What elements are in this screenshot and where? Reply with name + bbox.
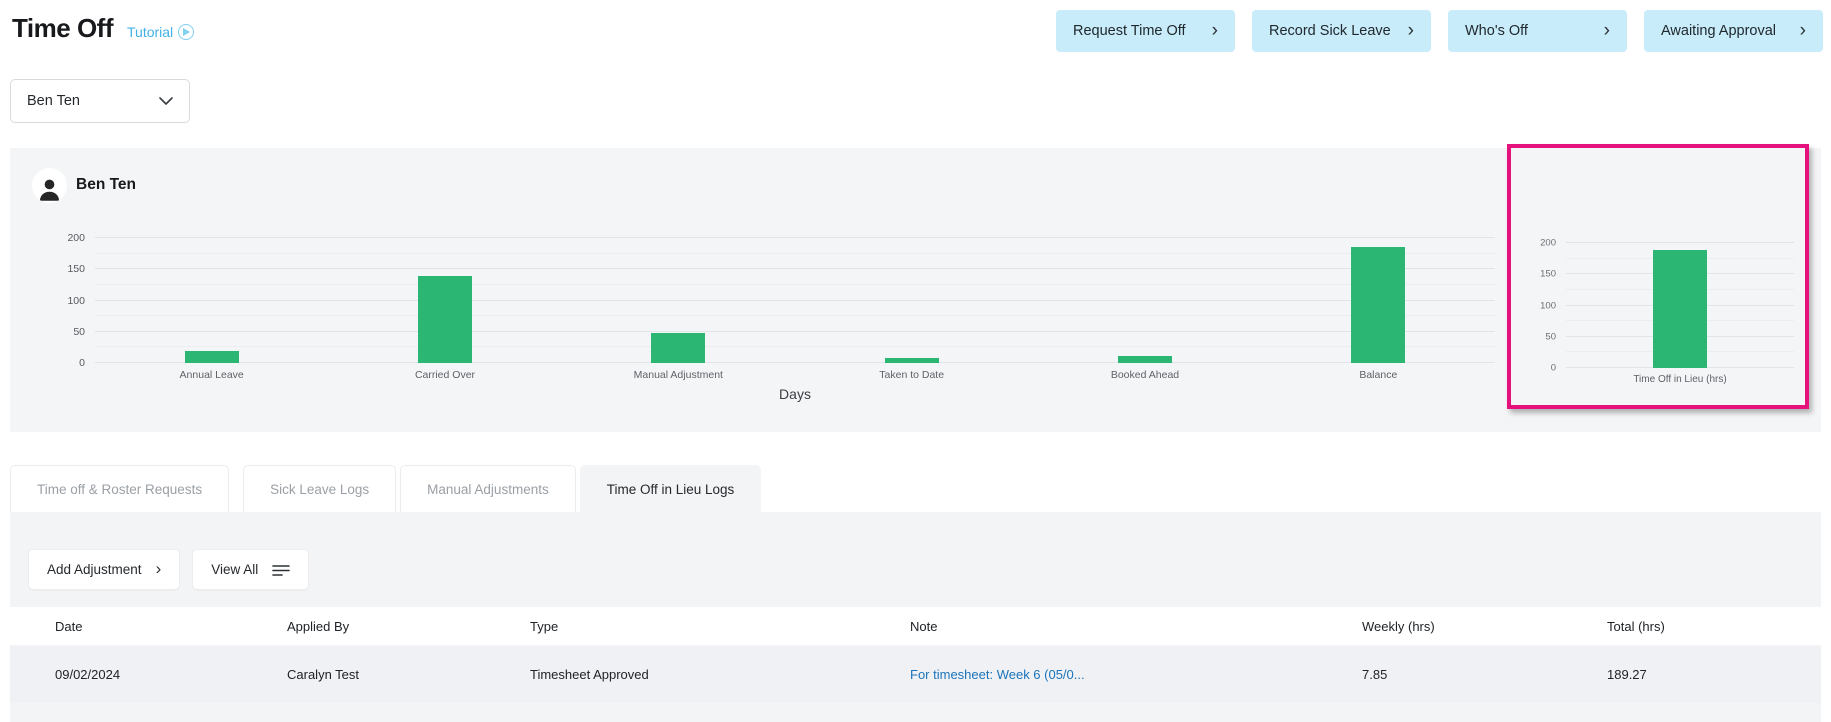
y-tick-label: 100 — [1540, 300, 1556, 311]
y-tick-label: 100 — [67, 294, 85, 307]
chevron-right-icon: › — [1799, 19, 1806, 41]
chevron-right-icon: › — [1603, 19, 1610, 41]
bar-carried-over[interactable] — [417, 276, 472, 363]
cell-applied_by: Caralyn Test — [287, 667, 360, 682]
tab-manual-adjustments[interactable]: Manual Adjustments — [400, 465, 576, 512]
filter-list-icon — [272, 563, 291, 577]
category-label: Annual Leave — [179, 369, 244, 381]
header-action-awaiting-approval[interactable]: Awaiting Approval › — [1644, 10, 1823, 52]
table-header-row: Date Applied By Type Note Weekly (hrs) Total … — [10, 607, 1821, 645]
tutorial-link-label: Tutorial — [127, 24, 174, 40]
table-row: 09/02/2024 Caralyn Test Timesheet Approved… — [10, 646, 1821, 703]
tutorial-play-icon[interactable] — [178, 24, 195, 40]
employee-select[interactable]: Ben Ten — [10, 79, 190, 123]
y-tick-label: 50 — [1545, 331, 1556, 343]
employee-name: Ben Ten — [76, 176, 136, 193]
avatar — [32, 168, 67, 203]
y-tick-label: 150 — [67, 263, 85, 276]
cell-note: For timesheet: Week 6 (05/0... — [910, 667, 1362, 682]
bar-booked-ahead[interactable] — [1117, 356, 1172, 363]
category-label: Taken to Date — [879, 369, 945, 381]
tab-time-off-in-lieu-logs[interactable]: Time Off in Lieu Logs — [579, 465, 762, 512]
header-action-label: Who's Off — [1465, 23, 1528, 39]
header-actions: Request Time Off › Record Sick Leave › Who's… — [1056, 10, 1823, 52]
bar-manual-adjustment[interactable] — [651, 333, 706, 363]
logs-toolbar: Add Adjustment › View All — [28, 549, 310, 590]
bar-column — [1566, 243, 1794, 368]
person-icon — [39, 179, 60, 201]
category-label: Balance — [1359, 369, 1398, 381]
category-label: Booked Ahead — [1110, 369, 1180, 381]
view-all-label: View All — [211, 562, 259, 577]
tutorial-link[interactable]: Tutorial — [127, 24, 195, 40]
leave-balance-chart: 0 50 100 150 200 Annual Leave Carried Over Manu… — [67, 232, 1495, 381]
y-tick-label: 200 — [67, 232, 85, 244]
view-all-button[interactable]: View All — [192, 549, 310, 590]
header-action-record-sick-leave[interactable]: Record Sick Leave › — [1252, 10, 1431, 52]
column-header-type: Type — [530, 618, 559, 634]
bar-time-off-in-lieu-hrs-[interactable] — [1653, 250, 1707, 368]
bar-column — [1028, 238, 1261, 363]
chevron-down-icon — [159, 97, 173, 105]
column-header-total_hrs: Total (hrs) — [1607, 618, 1665, 634]
cell-total_hrs: 189.27 — [1607, 667, 1647, 682]
header-action-request-time-off[interactable]: Request Time Off › — [1056, 10, 1235, 52]
y-tick-label: 200 — [1540, 237, 1556, 249]
header-action-label: Request Time Off — [1073, 23, 1186, 39]
add-adjustment-button[interactable]: Add Adjustment › — [28, 549, 181, 590]
employee-summary-panel: Ben Ten 0 50 100 150 200 Annual Leave Carried … — [10, 144, 1821, 432]
bar-column — [1262, 238, 1495, 363]
column-header-date: Date — [55, 618, 83, 634]
tab-sick-leave-logs[interactable]: Sick Leave Logs — [243, 465, 397, 512]
toil-chart: 0 50 100 150 200 Time Off in Lieu (hrs) — [1540, 238, 1794, 385]
bar-column — [328, 238, 561, 363]
chevron-right-icon: › — [1407, 19, 1414, 41]
y-tick-label: 150 — [1540, 268, 1556, 280]
bar-balance[interactable] — [1351, 247, 1406, 363]
add-adjustment-label: Add Adjustment — [47, 562, 142, 577]
toil-highlight-box: 0 50 100 150 200 Time Off in Lieu (hrs) — [1507, 144, 1809, 409]
employee-select-value: Ben Ten — [27, 93, 80, 109]
cell-date: 09/02/2024 — [55, 667, 121, 682]
column-header-weekly_hrs: Weekly (hrs) — [1362, 618, 1435, 634]
toil-logs-table: Date Applied By Type Note Weekly (hrs) Total … — [10, 607, 1821, 703]
cell-weekly_hrs: 7.85 — [1362, 667, 1388, 682]
tabs: Time off & Roster Requests Sick Leave Log… — [10, 465, 762, 512]
cell-type: Timesheet Approved — [530, 667, 649, 682]
header-action-who-s-off[interactable]: Who's Off › — [1448, 10, 1627, 52]
chart-xaxis-title: Days — [779, 386, 811, 402]
bar-column — [95, 238, 328, 363]
logs-panel: Add Adjustment › View All Date Applied By… — [10, 512, 1821, 722]
tab-time-off-roster-requests[interactable]: Time off & Roster Requests — [10, 465, 230, 512]
y-tick-label: 0 — [1550, 362, 1556, 374]
chevron-right-icon: › — [155, 558, 162, 578]
header-action-label: Record Sick Leave — [1269, 23, 1391, 39]
table-body: 09/02/2024 Caralyn Test Timesheet Approved… — [10, 646, 1821, 703]
bar-taken-to-date[interactable] — [884, 358, 939, 363]
bar-column — [795, 238, 1028, 363]
category-label: Carried Over — [414, 369, 476, 381]
y-tick-label: 50 — [73, 325, 85, 338]
page-title: Time Off — [12, 13, 113, 43]
note-link[interactable]: For timesheet: Week 6 (05/0... — [910, 667, 1085, 682]
column-header-applied_by: Applied By — [287, 618, 350, 634]
y-tick-label: 0 — [79, 357, 85, 369]
category-label: Manual Adjustment — [633, 369, 723, 381]
chevron-right-icon: › — [1211, 19, 1218, 41]
bar-annual-leave[interactable] — [184, 351, 239, 363]
header-action-label: Awaiting Approval — [1661, 23, 1777, 39]
category-label: Time Off in Lieu (hrs) — [1633, 374, 1727, 385]
column-header-note: Note — [910, 618, 938, 634]
bar-column — [562, 238, 795, 363]
